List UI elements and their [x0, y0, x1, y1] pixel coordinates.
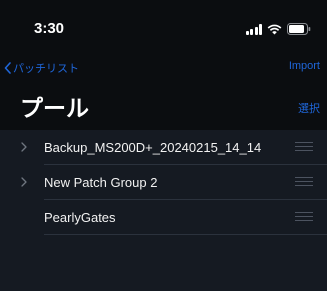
- list-item-label: New Patch Group 2: [44, 175, 158, 190]
- list-item-label: PearlyGates: [44, 210, 116, 225]
- drag-handle-icon[interactable]: [295, 177, 313, 187]
- list-item[interactable]: New Patch Group 2: [0, 165, 327, 200]
- list-item-label: Backup_MS200D+_20240215_14_14: [44, 140, 262, 155]
- signal-icon: [245, 23, 262, 35]
- list-item[interactable]: Backup_MS200D+_20240215_14_14: [0, 130, 327, 165]
- patch-list: Backup_MS200D+_20240215_14_14 New Patch …: [0, 130, 327, 291]
- select-button[interactable]: 選択: [298, 100, 320, 116]
- battery-icon: [287, 23, 311, 35]
- chevron-left-icon: [4, 62, 11, 74]
- import-button[interactable]: Import: [289, 60, 320, 72]
- page-title: プール: [20, 95, 89, 121]
- chevron-right-icon[interactable]: [18, 176, 30, 188]
- status-icons: [245, 22, 312, 36]
- large-header: プール 選択: [0, 84, 327, 130]
- status-time: 3:30: [34, 20, 65, 37]
- status-bar: 3:30: [0, 0, 327, 50]
- wifi-icon: [267, 24, 282, 35]
- back-button[interactable]: パッチリスト: [4, 60, 79, 76]
- drag-handle-icon[interactable]: [295, 142, 313, 152]
- back-button-label: パッチリスト: [13, 63, 79, 75]
- list-item[interactable]: PearlyGates: [0, 200, 327, 235]
- row-divider: [44, 234, 327, 235]
- nav-bar: パッチリスト Import: [0, 50, 327, 84]
- chevron-right-icon[interactable]: [18, 141, 30, 153]
- drag-handle-icon[interactable]: [295, 212, 313, 222]
